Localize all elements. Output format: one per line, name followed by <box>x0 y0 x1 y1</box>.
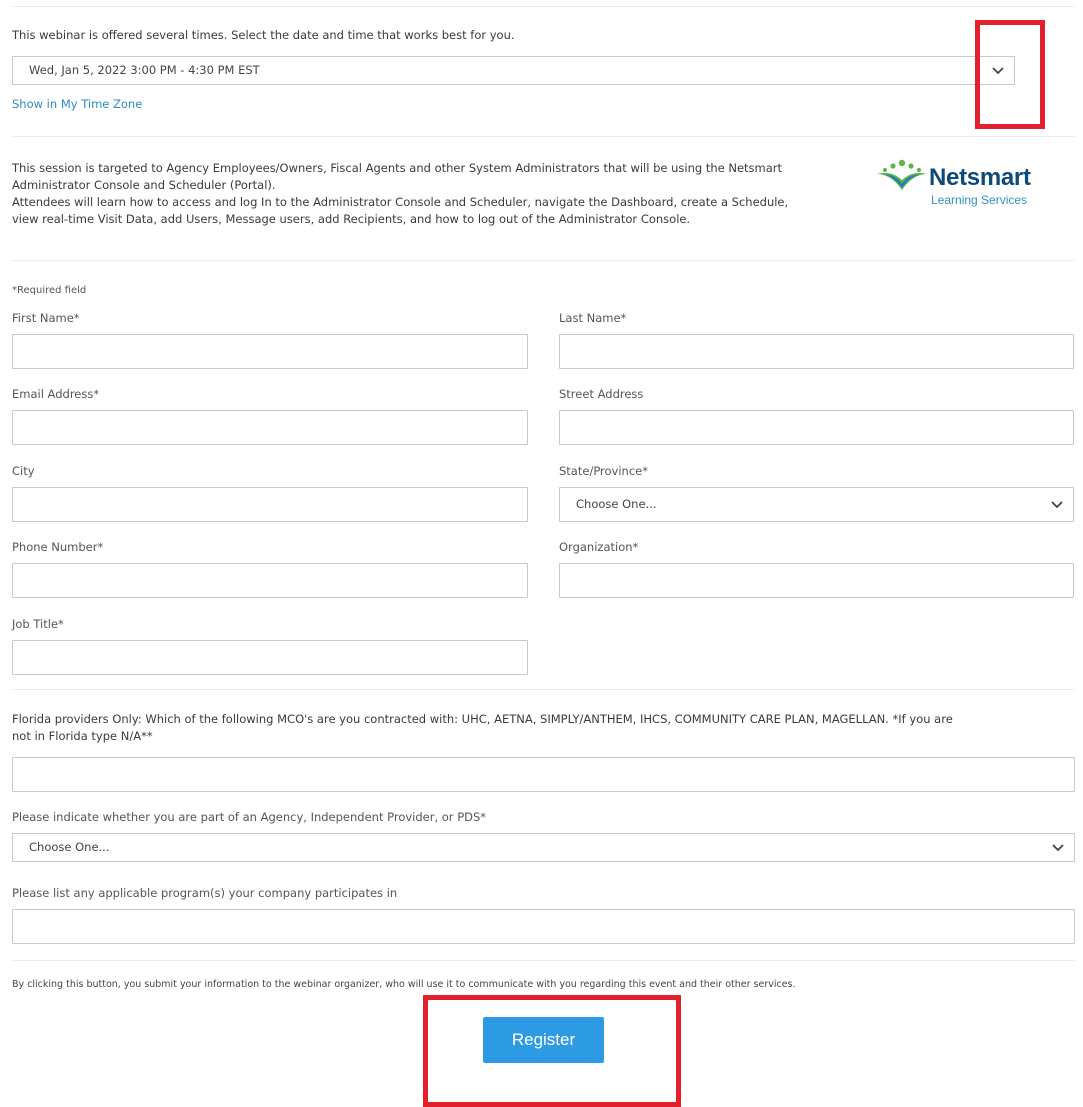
provider-type-select[interactable]: Choose One... <box>12 833 1075 862</box>
first-name-input[interactable] <box>12 334 528 369</box>
provider-type-label: Please indicate whether you are part of … <box>12 810 487 824</box>
phone-number-label: Phone Number* <box>12 540 104 554</box>
state-province-select[interactable]: Choose One... <box>559 487 1074 522</box>
session-datetime-select[interactable]: Wed, Jan 5, 2022 3:00 PM - 4:30 PM EST <box>12 56 1015 85</box>
divider <box>12 136 1075 137</box>
organization-input[interactable] <box>559 563 1074 598</box>
submission-disclaimer: By clicking this button, you submit your… <box>12 979 796 990</box>
chevron-down-icon <box>1052 844 1064 852</box>
mco-input[interactable] <box>12 757 1075 792</box>
email-input[interactable] <box>12 410 528 445</box>
description-line: Administrator Console and Scheduler (Por… <box>12 178 276 192</box>
netsmart-logo-icon <box>877 159 927 190</box>
mco-question-line: Florida providers Only: Which of the fol… <box>12 712 953 726</box>
session-datetime-value: Wed, Jan 5, 2022 3:00 PM - 4:30 PM EST <box>29 63 260 77</box>
mco-question-label: Florida providers Only: Which of the fol… <box>12 711 953 745</box>
netsmart-logo-brand: Netsmart <box>929 164 1031 191</box>
divider <box>12 260 1075 261</box>
phone-number-input[interactable] <box>12 563 528 598</box>
provider-type-value: Choose One... <box>29 840 110 854</box>
first-name-label: First Name* <box>12 311 80 325</box>
organization-label: Organization* <box>559 540 639 554</box>
session-intro-text: This webinar is offered several times. S… <box>12 28 515 42</box>
netsmart-logo-tagline: Learning Services <box>931 193 1028 207</box>
street-address-label: Street Address <box>559 387 644 401</box>
description-line: view real-time Visit Data, add Users, Me… <box>12 212 691 226</box>
divider <box>12 960 1075 961</box>
required-field-note: *Required field <box>12 285 87 296</box>
last-name-input[interactable] <box>559 334 1074 369</box>
description-line: Attendees will learn how to access and l… <box>12 195 789 209</box>
chevron-down-icon <box>1051 501 1063 509</box>
netsmart-logo: Netsmart Learning Services <box>875 158 1075 210</box>
show-in-my-time-zone-link[interactable]: Show in My Time Zone <box>12 97 142 111</box>
description-line: This session is targeted to Agency Emplo… <box>12 161 783 175</box>
email-label: Email Address* <box>12 387 100 401</box>
city-label: City <box>12 464 35 478</box>
highlight-box-register <box>423 995 681 1107</box>
job-title-label: Job Title* <box>12 617 64 631</box>
programs-label: Please list any applicable program(s) yo… <box>12 886 398 900</box>
highlight-box-dropdown <box>975 20 1045 129</box>
state-province-label: State/Province* <box>559 464 648 478</box>
street-address-input[interactable] <box>559 410 1074 445</box>
city-input[interactable] <box>12 487 528 522</box>
divider <box>12 689 1075 690</box>
last-name-label: Last Name* <box>559 311 627 325</box>
divider <box>12 6 1075 7</box>
state-province-value: Choose One... <box>576 497 657 511</box>
session-description: This session is targeted to Agency Emplo… <box>12 160 788 228</box>
programs-input[interactable] <box>12 909 1075 944</box>
job-title-input[interactable] <box>12 640 528 675</box>
mco-question-line: not in Florida type N/A** <box>12 729 153 743</box>
